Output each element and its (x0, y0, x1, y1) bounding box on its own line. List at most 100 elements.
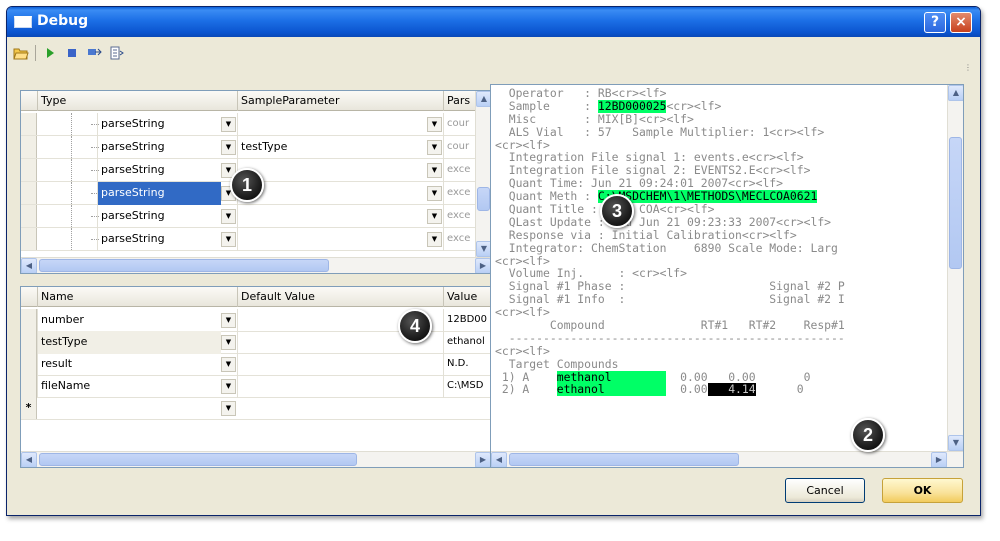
new-row[interactable]: * ▼ (21, 397, 491, 420)
default-value-cell[interactable] (237, 353, 443, 376)
value-cell[interactable]: N.D. (443, 353, 491, 376)
scroll-thumb[interactable] (39, 453, 357, 466)
row-header[interactable] (21, 375, 37, 397)
scroll-thumb[interactable] (949, 137, 962, 269)
table-row[interactable]: result ▼ N.D. (21, 353, 491, 376)
row-header[interactable] (21, 331, 37, 353)
chevron-down-icon[interactable]: ▼ (221, 357, 236, 372)
pars-cell[interactable]: exce (443, 182, 477, 205)
table-row[interactable]: parseString ▼ testType ▼ cour (21, 136, 475, 159)
column-header-value[interactable]: Value (443, 287, 491, 307)
name-cell[interactable]: testType (37, 331, 221, 354)
title-bar[interactable]: Debug ? × (7, 7, 980, 37)
pars-cell[interactable]: cour (443, 113, 477, 136)
report-text-segment: Volume Inj. : <cr><lf> (495, 267, 688, 281)
value-cell[interactable]: 12BD00 (443, 309, 491, 332)
chevron-down-icon[interactable]: ▼ (427, 232, 442, 247)
scroll-thumb[interactable] (477, 187, 490, 211)
chevron-down-icon[interactable]: ▼ (221, 117, 236, 132)
scroll-left-icon[interactable]: ◀ (21, 452, 37, 467)
chevron-down-icon[interactable]: ▼ (221, 232, 236, 247)
report-line: Signal #1 Info : Signal #2 I (495, 293, 941, 306)
type-cell[interactable]: parseString (97, 205, 221, 228)
scroll-thumb[interactable] (39, 259, 329, 272)
cancel-button[interactable]: Cancel (785, 478, 865, 503)
type-cell[interactable]: parseString (97, 113, 221, 136)
type-cell[interactable]: parseString (97, 159, 221, 182)
chevron-down-icon[interactable]: ▼ (221, 209, 236, 224)
sampleparameter-cell[interactable] (237, 228, 427, 251)
folder-open-icon[interactable] (13, 45, 29, 61)
scroll-up-icon[interactable]: ▲ (948, 85, 963, 101)
horizontal-scrollbar[interactable]: ◀ ▶ (21, 451, 491, 467)
tree-line (71, 113, 72, 135)
close-button[interactable]: × (950, 12, 972, 33)
value-cell[interactable]: C:\MSD (443, 375, 491, 398)
pars-cell[interactable]: cour (443, 136, 477, 159)
horizontal-scrollbar[interactable]: ◀ ▶ (21, 257, 491, 273)
column-header-type[interactable]: Type (37, 91, 237, 111)
name-cell[interactable]: number (37, 309, 221, 332)
chevron-down-icon[interactable]: ▼ (427, 163, 442, 178)
row-header[interactable] (21, 205, 37, 227)
scroll-right-icon[interactable]: ▶ (475, 452, 491, 467)
chevron-down-icon[interactable]: ▼ (221, 401, 236, 416)
ok-button[interactable]: OK (882, 478, 963, 503)
step-icon[interactable] (86, 45, 102, 61)
scroll-right-icon[interactable]: ▶ (931, 452, 947, 467)
column-header-name[interactable]: Name (37, 287, 237, 307)
scroll-right-icon[interactable]: ▶ (475, 258, 491, 273)
type-cell[interactable]: parseString (97, 182, 221, 205)
table-row[interactable]: fileName ▼ C:\MSD (21, 375, 491, 398)
column-header-sampleparameter[interactable]: SampleParameter (237, 91, 443, 111)
scroll-left-icon[interactable]: ◀ (491, 452, 507, 467)
vertical-scrollbar[interactable]: ▲ ▼ (475, 91, 491, 257)
type-cell[interactable]: parseString (97, 136, 221, 159)
sampleparameter-cell[interactable] (237, 159, 427, 182)
horizontal-scrollbar[interactable]: ◀ ▶ (491, 451, 963, 467)
table-row[interactable]: parseString ▼ ▼ cour (21, 113, 475, 136)
report-text-segment: Response via : Initial Calibration<cr><l… (495, 228, 797, 242)
callout-badge-1: 1 (230, 168, 264, 202)
sampleparameter-cell[interactable]: testType (237, 136, 427, 159)
scroll-thumb[interactable] (509, 453, 739, 466)
play-icon[interactable] (42, 45, 58, 61)
type-cell[interactable]: parseString (97, 228, 221, 251)
table-row[interactable]: parseString ▼ ▼ exce (21, 228, 475, 251)
chevron-down-icon[interactable]: ▼ (427, 140, 442, 155)
chevron-down-icon[interactable]: ▼ (427, 209, 442, 224)
name-cell[interactable]: result (37, 353, 221, 376)
report-text-pane[interactable]: Operator : RB<cr><lf> Sample : 12BD00002… (490, 84, 964, 468)
row-header[interactable] (21, 228, 37, 250)
column-header-default-value[interactable]: Default Value (237, 287, 443, 307)
chevron-down-icon[interactable]: ▼ (427, 117, 442, 132)
table-row[interactable]: parseString ▼ ▼ exce (21, 205, 475, 228)
chevron-down-icon[interactable]: ▼ (221, 313, 236, 328)
row-header[interactable] (21, 182, 37, 204)
sampleparameter-cell[interactable] (237, 113, 427, 136)
row-header[interactable] (21, 136, 37, 158)
row-header[interactable] (21, 159, 37, 181)
chevron-down-icon[interactable]: ▼ (221, 335, 236, 350)
sampleparameter-cell[interactable] (237, 205, 427, 228)
scroll-down-icon[interactable]: ▼ (948, 435, 963, 451)
stop-icon[interactable] (64, 45, 80, 61)
chevron-down-icon[interactable]: ▼ (221, 379, 236, 394)
report-text[interactable]: Operator : RB<cr><lf> Sample : 12BD00002… (495, 87, 941, 447)
name-cell[interactable]: fileName (37, 375, 221, 398)
vertical-scrollbar[interactable]: ▲ ▼ (947, 85, 963, 451)
pars-cell[interactable]: exce (443, 159, 477, 182)
watch-icon[interactable] (108, 45, 124, 61)
chevron-down-icon[interactable]: ▼ (221, 140, 236, 155)
scroll-left-icon[interactable]: ◀ (21, 258, 37, 273)
row-header[interactable] (21, 353, 37, 375)
pars-cell[interactable]: exce (443, 205, 477, 228)
default-value-cell[interactable] (237, 375, 443, 398)
pars-cell[interactable]: exce (443, 228, 477, 251)
sampleparameter-cell[interactable] (237, 182, 427, 205)
value-cell[interactable]: ethanol (443, 331, 491, 354)
chevron-down-icon[interactable]: ▼ (427, 186, 442, 201)
row-header[interactable] (21, 113, 37, 135)
row-header[interactable] (21, 309, 37, 331)
help-button[interactable]: ? (924, 12, 946, 33)
